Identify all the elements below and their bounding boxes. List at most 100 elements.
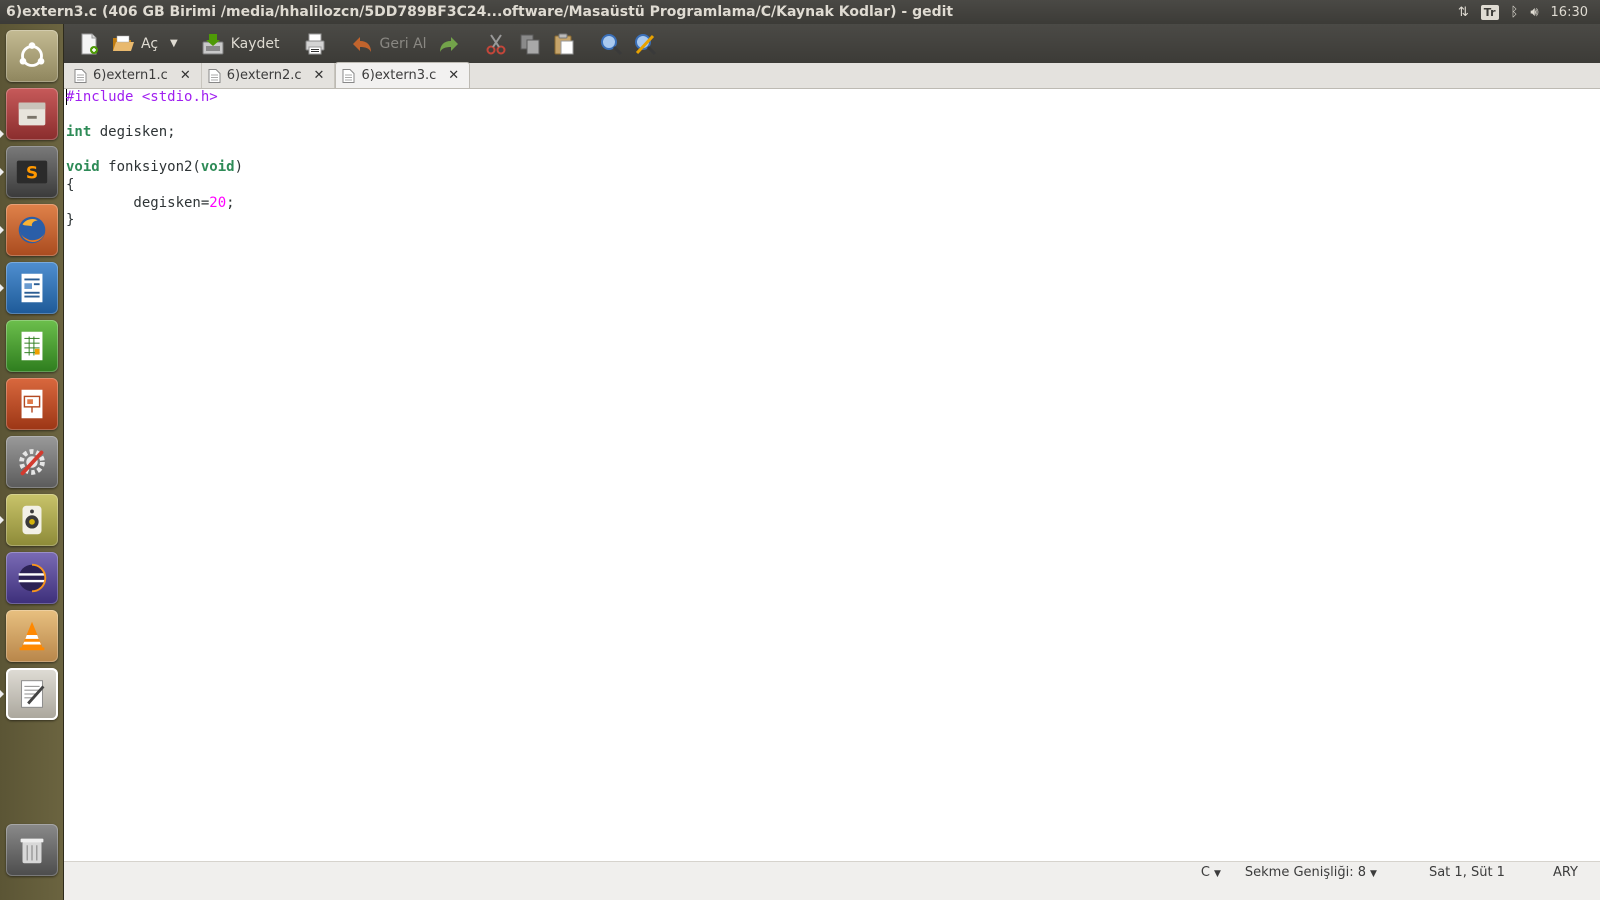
running-indicator bbox=[0, 284, 4, 292]
language-label: C bbox=[1200, 864, 1210, 880]
copy-icon bbox=[520, 34, 540, 54]
open-button[interactable]: Aç ▼ bbox=[106, 28, 183, 60]
cursor-position: Sat 1, Süt 1 bbox=[1428, 864, 1505, 880]
code-line: degisken=20; bbox=[66, 195, 1600, 213]
tab-extern2[interactable]: 6)extern2.c ✕ bbox=[202, 63, 336, 88]
undo-button[interactable]: Geri Al bbox=[345, 28, 432, 60]
top-panel: 6)extern3.c (406 GB Birimi /media/hhalil… bbox=[0, 0, 1600, 24]
tab-label: 6)extern1.c bbox=[93, 68, 168, 83]
libreoffice-writer-icon[interactable] bbox=[6, 262, 58, 314]
running-indicator bbox=[0, 130, 4, 138]
toolbar-separator bbox=[338, 30, 339, 58]
find-replace-icon bbox=[634, 33, 656, 55]
launcher: S bbox=[0, 24, 64, 900]
toolbar-separator bbox=[291, 30, 292, 58]
open-label: Aç bbox=[141, 35, 159, 52]
redo-button[interactable] bbox=[432, 28, 466, 60]
running-indicator bbox=[0, 226, 4, 234]
number-literal: 20 bbox=[209, 194, 227, 211]
rhythmbox-icon[interactable] bbox=[6, 494, 58, 546]
chevron-down-icon: ▼ bbox=[1370, 868, 1377, 879]
brace: } bbox=[66, 212, 75, 229]
clock[interactable]: 16:30 bbox=[1551, 5, 1588, 20]
paste-button[interactable] bbox=[547, 28, 581, 60]
close-icon[interactable]: ✕ bbox=[180, 68, 191, 83]
save-icon bbox=[202, 33, 224, 54]
document-icon bbox=[208, 68, 221, 83]
copy-button[interactable] bbox=[513, 28, 547, 60]
close-icon[interactable]: ✕ bbox=[314, 68, 325, 83]
code-line: { bbox=[66, 177, 1600, 195]
tab-extern3[interactable]: 6)extern3.c ✕ bbox=[335, 62, 471, 88]
code-line: void fonksiyon2(void) bbox=[66, 159, 1600, 177]
include-header: <stdio.h> bbox=[133, 89, 218, 105]
document-tab-bar: 6)extern1.c ✕ 6)extern2.c ✕ 6)extern3.c … bbox=[64, 62, 1600, 89]
libreoffice-impress-icon[interactable] bbox=[6, 378, 58, 430]
undo-label: Geri Al bbox=[379, 35, 427, 52]
brace: { bbox=[66, 176, 75, 193]
type-keyword: void bbox=[66, 159, 100, 176]
paste-clipboard-icon bbox=[554, 33, 574, 54]
code-line: } bbox=[66, 212, 1600, 230]
semicolon: ; bbox=[226, 194, 235, 211]
type-keyword: void bbox=[200, 159, 235, 176]
toolbar-separator bbox=[587, 30, 588, 58]
libreoffice-calc-icon[interactable] bbox=[6, 320, 58, 372]
toolbar-separator bbox=[472, 30, 473, 58]
find-button[interactable] bbox=[594, 28, 628, 60]
new-document-button[interactable] bbox=[72, 28, 106, 60]
preprocessor-directive: #include bbox=[66, 89, 134, 105]
new-document-icon bbox=[81, 33, 98, 54]
document-icon bbox=[342, 68, 355, 83]
trash-icon[interactable] bbox=[6, 824, 58, 876]
svg-text:S: S bbox=[26, 164, 38, 184]
printer-icon bbox=[305, 33, 325, 54]
assignment: degisken= bbox=[66, 194, 210, 211]
running-indicator bbox=[0, 690, 4, 698]
window-title: 6)extern3.c (406 GB Birimi /media/hhalil… bbox=[6, 4, 954, 20]
code-editor[interactable]: #include <stdio.h> int degisken; void fo… bbox=[64, 89, 1600, 861]
find-replace-button[interactable] bbox=[628, 28, 662, 60]
keyboard-layout-indicator[interactable]: Tr bbox=[1480, 4, 1499, 20]
save-label: Kaydet bbox=[230, 35, 280, 52]
volume-icon[interactable]: 🔊︎ bbox=[1530, 5, 1538, 20]
code-line: #include <stdio.h> bbox=[66, 89, 1600, 107]
sublime-text-icon[interactable]: S bbox=[6, 146, 58, 198]
insert-mode: ARY bbox=[1552, 864, 1578, 880]
tab-extern1[interactable]: 6)extern1.c ✕ bbox=[68, 63, 202, 88]
bluetooth-icon[interactable]: ᛒ bbox=[1511, 5, 1519, 20]
open-folder-icon bbox=[113, 35, 134, 51]
window-bottom-edge bbox=[64, 882, 1600, 900]
gedit-icon[interactable] bbox=[6, 668, 58, 720]
status-bar: C ▼ Sekme Genişliği: 8 ▼ Sat 1, Süt 1 ARY bbox=[64, 861, 1600, 882]
indicator-area: ⇅ Tr ᛒ 🔊︎ 16:30 bbox=[1458, 4, 1600, 20]
firefox-icon[interactable] bbox=[6, 204, 58, 256]
eclipse-icon[interactable] bbox=[6, 552, 58, 604]
toolbar: Aç ▼ Kaydet Geri Al bbox=[64, 24, 1600, 63]
vlc-icon[interactable] bbox=[6, 610, 58, 662]
ubuntu-dash-icon[interactable] bbox=[6, 30, 58, 82]
open-recent-dropdown-icon[interactable]: ▼ bbox=[170, 38, 178, 49]
files-icon[interactable] bbox=[6, 88, 58, 140]
tab-width-selector[interactable]: Sekme Genişliği: 8 ▼ bbox=[1233, 865, 1389, 880]
scissors-icon bbox=[486, 33, 506, 54]
save-button[interactable]: Kaydet bbox=[196, 28, 285, 60]
function-name: fonksiyon2( bbox=[99, 159, 201, 176]
system-settings-icon[interactable] bbox=[6, 436, 58, 488]
chevron-down-icon: ▼ bbox=[1213, 868, 1221, 879]
toolbar-separator bbox=[189, 30, 190, 58]
undo-arrow-icon bbox=[352, 36, 371, 52]
close-icon[interactable]: ✕ bbox=[448, 68, 459, 83]
variable-declaration: degisken; bbox=[91, 124, 176, 141]
network-icon[interactable]: ⇅ bbox=[1458, 5, 1469, 20]
language-selector[interactable]: C ▼ bbox=[1189, 865, 1233, 880]
document-icon bbox=[74, 68, 87, 83]
tab-label: 6)extern3.c bbox=[361, 68, 437, 83]
tab-width-label: Sekme Genişliği: 8 bbox=[1244, 864, 1367, 880]
running-indicator bbox=[0, 168, 4, 176]
redo-arrow-icon bbox=[439, 36, 458, 52]
cut-button[interactable] bbox=[479, 28, 513, 60]
print-button[interactable] bbox=[298, 28, 332, 60]
